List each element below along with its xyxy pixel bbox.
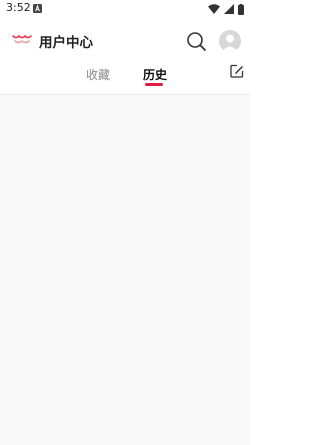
search-icon[interactable] <box>185 30 207 52</box>
a-notification-icon <box>33 4 42 13</box>
status-time: 3:52 <box>6 1 31 14</box>
history-list-empty <box>0 95 250 445</box>
avatar-icon <box>222 34 238 52</box>
status-bar: 3:52 <box>0 0 250 18</box>
tab-bar: 收藏 历史 <box>0 62 250 95</box>
active-tab-indicator <box>145 83 163 86</box>
avatar[interactable] <box>219 30 241 52</box>
logo-icon <box>12 34 32 44</box>
battery-icon <box>238 3 244 15</box>
signal-icon <box>224 4 234 14</box>
edit-icon[interactable] <box>230 64 244 78</box>
tab-favorites[interactable]: 收藏 <box>86 68 110 92</box>
wifi-icon <box>208 4 220 14</box>
page-title: 用户中心 <box>39 35 93 51</box>
header: 用户中心 <box>0 18 250 62</box>
tab-history[interactable]: 历史 <box>143 68 167 92</box>
status-icons <box>208 3 244 15</box>
